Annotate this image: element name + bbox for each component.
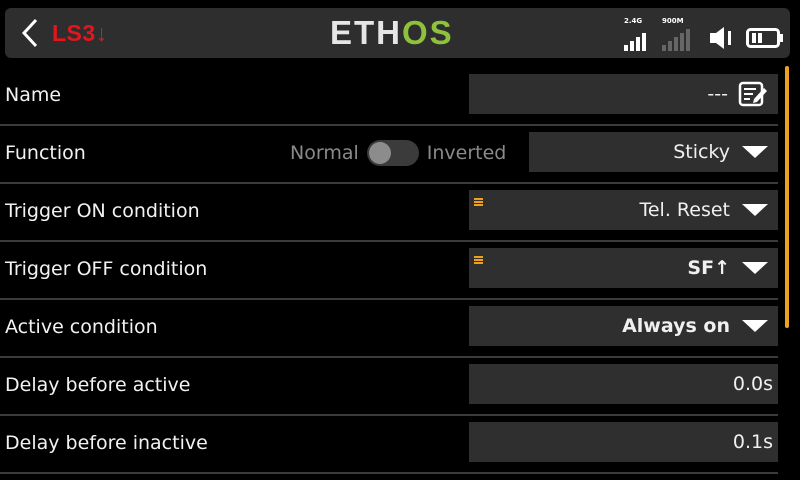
name-value: --- <box>707 83 728 105</box>
screen-title: LS3↓ <box>52 19 108 46</box>
row-delay-active: Delay before active 0.0s <box>0 356 778 416</box>
active-condition-label: Active condition <box>5 316 158 338</box>
rf-24g-signal-icon: 2.4G <box>624 17 654 53</box>
delay-inactive-field[interactable]: 0.1s <box>469 422 778 462</box>
trigger-on-select[interactable]: Tel. Reset <box>469 190 778 230</box>
rf-900m-label: 900M <box>662 17 684 25</box>
ethos-logo: ETH OS <box>330 14 454 51</box>
row-function: Function Normal Inverted Sticky <box>0 124 778 184</box>
settings-list: Name --- Function Normal Inverted Sticky <box>0 66 800 480</box>
toggle-inverted-label: Inverted <box>426 142 507 164</box>
trigger-off-label: Trigger OFF condition <box>5 258 208 280</box>
switch-knob <box>368 142 391 164</box>
edit-icon[interactable] <box>738 80 768 108</box>
delay-active-field[interactable]: 0.0s <box>469 364 778 404</box>
invert-toggle-group: Normal Inverted <box>290 124 506 182</box>
name-label: Name <box>5 84 62 106</box>
row-trigger-on: Trigger ON condition Tel. Reset <box>0 182 778 242</box>
row-delay-inactive: Delay before inactive 0.1s <box>0 414 778 474</box>
logo-text-right: OS <box>402 14 454 51</box>
trigger-on-value: Tel. Reset <box>639 199 730 221</box>
status-area: 2.4G 900M <box>624 13 784 53</box>
function-label: Function <box>5 142 86 164</box>
scrollbar[interactable] <box>785 66 789 328</box>
delay-inactive-value: 0.1s <box>732 431 773 453</box>
invert-switch[interactable] <box>366 140 419 166</box>
dropdown-arrow-icon <box>742 204 768 216</box>
battery-icon <box>746 28 783 48</box>
dropdown-arrow-icon <box>742 262 768 274</box>
back-button[interactable] <box>12 12 48 54</box>
toggle-normal-label: Normal <box>290 142 359 164</box>
speaker-icon <box>710 27 731 49</box>
trigger-on-label: Trigger ON condition <box>5 200 200 222</box>
name-field[interactable]: --- <box>469 74 778 114</box>
dropdown-arrow-icon <box>742 320 768 332</box>
delay-active-label: Delay before active <box>5 374 191 396</box>
top-bar: LS3↓ ETH OS 2.4G 900M <box>0 0 800 64</box>
options-marker-icon <box>474 198 483 206</box>
active-condition-value: Always on <box>622 315 730 337</box>
delay-inactive-label: Delay before inactive <box>5 432 208 454</box>
row-active-condition: Active condition Always on <box>0 298 778 358</box>
dropdown-arrow-icon <box>742 146 768 158</box>
trigger-off-value: SF↑ <box>687 257 730 279</box>
rf-24g-label: 2.4G <box>624 17 643 25</box>
function-value: Sticky <box>673 141 730 163</box>
options-marker-icon <box>474 256 483 264</box>
trigger-off-select[interactable]: SF↑ <box>469 248 778 288</box>
logo-text-left: ETH <box>330 14 402 51</box>
row-name: Name --- <box>0 66 778 126</box>
function-select[interactable]: Sticky <box>529 132 778 172</box>
row-trigger-off: Trigger OFF condition SF↑ <box>0 240 778 300</box>
delay-active-value: 0.0s <box>732 373 773 395</box>
chevron-left-icon <box>21 18 38 48</box>
rf-900m-signal-icon: 900M <box>662 17 700 53</box>
active-condition-select[interactable]: Always on <box>469 306 778 346</box>
